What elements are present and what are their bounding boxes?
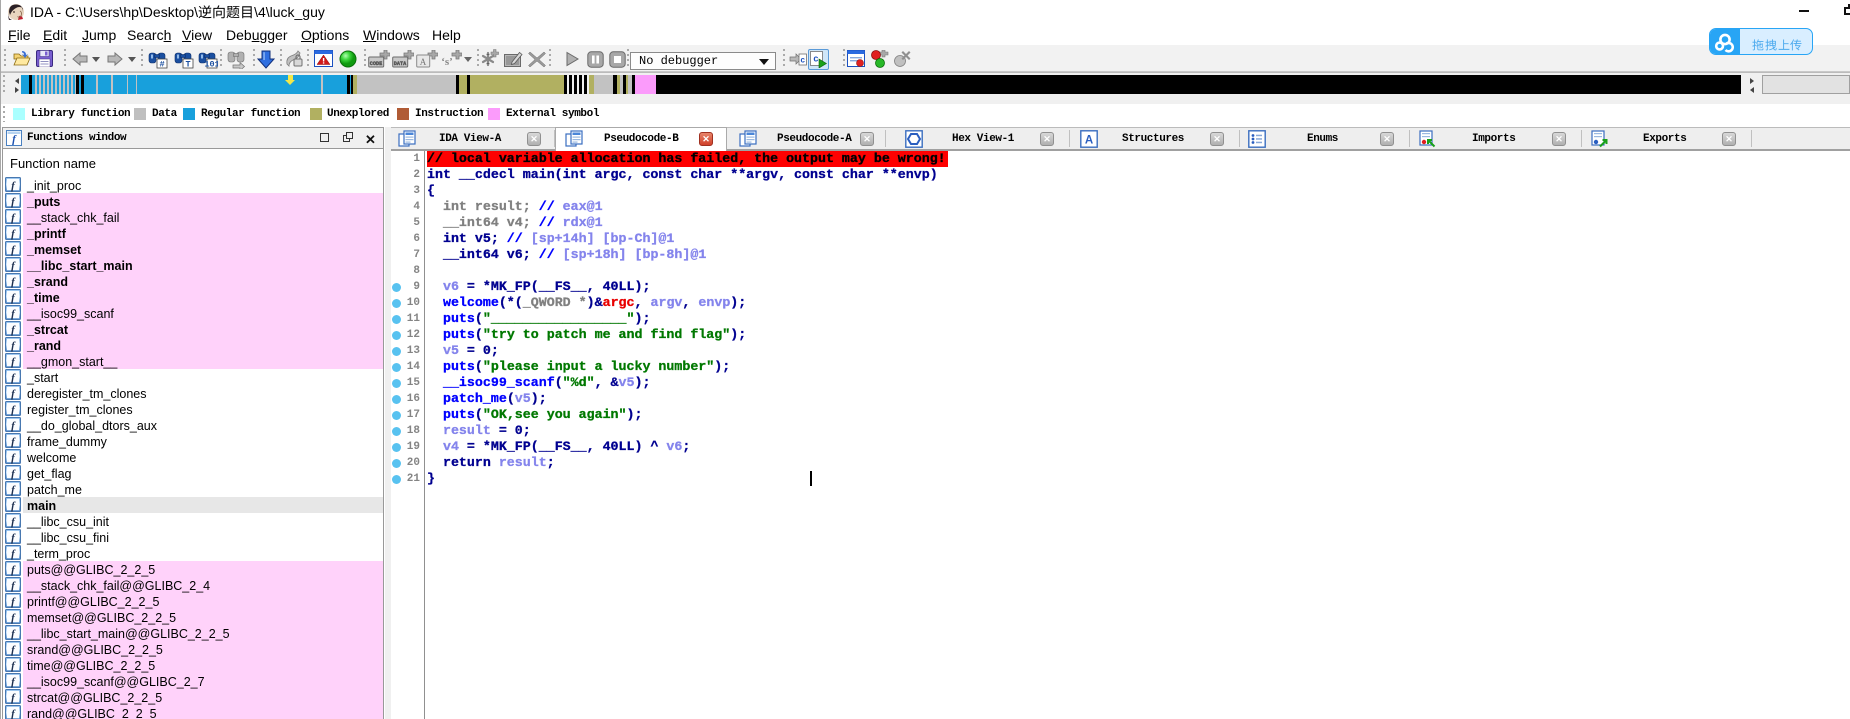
svg-text:101: 101 [204, 60, 218, 70]
svg-text:T: T [185, 60, 190, 70]
svg-text:#: # [159, 60, 164, 70]
svg-text:A: A [420, 57, 427, 67]
svg-text:‘s’: ‘s’ [441, 56, 453, 68]
svg-text:CODE: CODE [370, 61, 382, 67]
svg-text:A: A [1085, 135, 1093, 147]
svg-text:c: c [813, 55, 818, 65]
svg-text:DATA: DATA [394, 61, 407, 67]
svg-text:c: c [800, 57, 805, 66]
